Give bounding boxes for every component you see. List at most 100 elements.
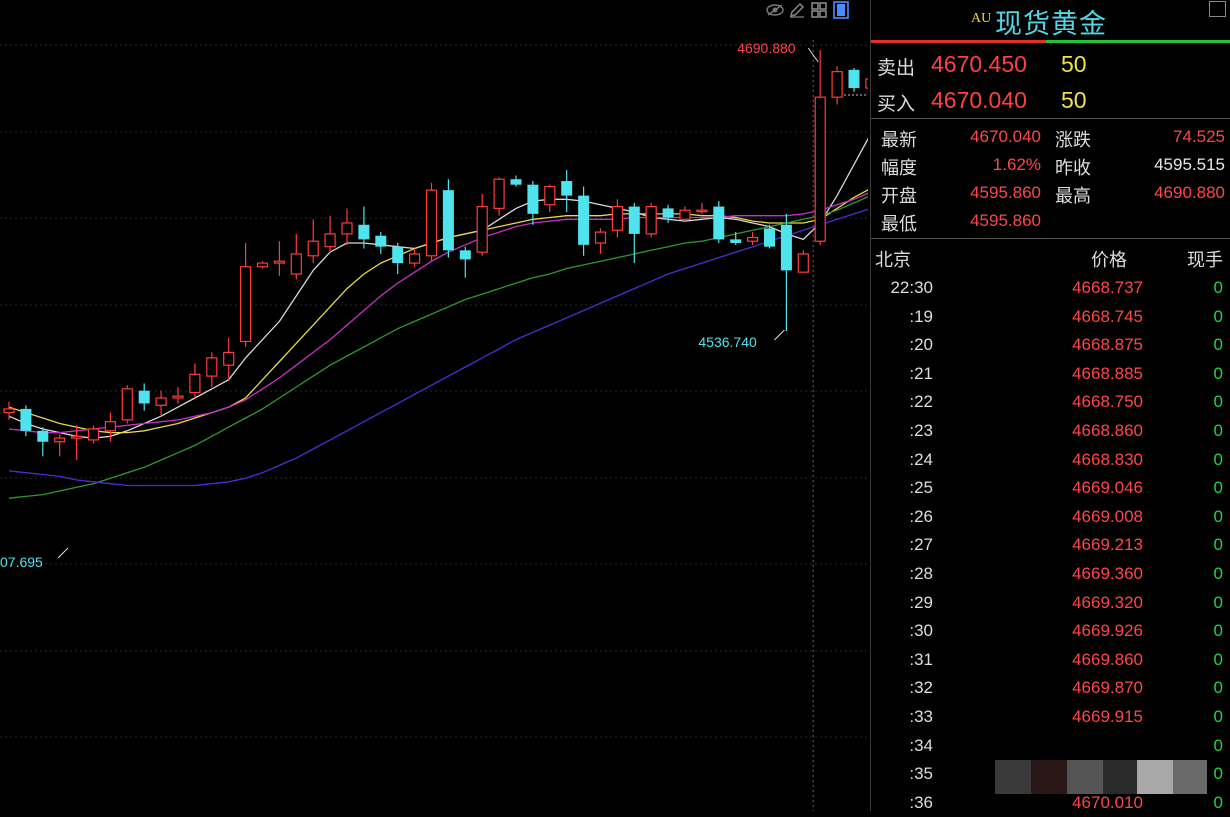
candle-body bbox=[256, 262, 269, 268]
tick-row[interactable]: :26 4669.008 0 bbox=[871, 503, 1230, 531]
candle-body bbox=[87, 428, 100, 441]
latest-label: 最新 bbox=[881, 130, 917, 151]
sell-label: 卖出 bbox=[877, 57, 916, 79]
buy-label: 买入 bbox=[877, 93, 916, 115]
tick-row[interactable]: :22 4668.750 0 bbox=[871, 388, 1230, 416]
tick-row[interactable]: :27 4669.213 0 bbox=[871, 531, 1230, 559]
candle-body bbox=[104, 421, 117, 432]
candle-body bbox=[848, 69, 860, 89]
tick-price: 4668.885 bbox=[1072, 363, 1143, 383]
tick-volume: 0 bbox=[1213, 735, 1223, 755]
candle-body bbox=[121, 388, 133, 421]
candle-body bbox=[476, 205, 488, 253]
candle-body bbox=[358, 224, 370, 240]
tick-row[interactable]: 22:30 4668.737 0 bbox=[871, 274, 1230, 302]
panel-icon[interactable] bbox=[832, 1, 850, 19]
tick-price: 4669.860 bbox=[1072, 649, 1143, 669]
blur-overlay bbox=[1067, 760, 1103, 794]
symbol-prefix: AU bbox=[971, 11, 992, 26]
tick-row[interactable]: :33 4669.915 0 bbox=[871, 703, 1230, 731]
tick-row[interactable]: :32 4669.870 0 bbox=[871, 674, 1230, 702]
candle-body bbox=[409, 253, 421, 264]
candle-body bbox=[730, 239, 742, 244]
candle-body bbox=[341, 222, 353, 235]
candle-body bbox=[223, 351, 235, 366]
candle-body bbox=[240, 266, 252, 343]
candle-body bbox=[814, 96, 826, 242]
tick-price: 4669.360 bbox=[1072, 564, 1143, 583]
candle-body bbox=[290, 253, 302, 275]
candle-body bbox=[206, 357, 218, 377]
tick-row[interactable]: :30 4669.926 0 bbox=[871, 617, 1230, 645]
tick-time: :22 bbox=[909, 392, 933, 412]
candlestick-chart[interactable]: 4690.880 4536.740 07.695 bbox=[0, 0, 868, 811]
low-annotation-arrow bbox=[774, 329, 785, 341]
candle-body bbox=[679, 209, 691, 220]
tick-price: 4669.870 bbox=[1072, 678, 1143, 698]
quote-panel: AU 现货黄金 卖出 4670.450 50 买入 4670.040 50 最新… bbox=[870, 0, 1230, 812]
tick-row[interactable]: :29 4669.320 0 bbox=[871, 589, 1230, 617]
grid-icon[interactable] bbox=[810, 1, 828, 19]
tick-row[interactable]: :31 4669.860 0 bbox=[871, 646, 1230, 674]
candle-body bbox=[797, 253, 809, 273]
candle-body bbox=[155, 397, 167, 406]
high-label: 最高 bbox=[1055, 186, 1091, 207]
tick-row[interactable]: :20 4668.875 0 bbox=[871, 331, 1230, 359]
tick-row[interactable]: :34 0 bbox=[871, 732, 1230, 760]
candle-body bbox=[459, 250, 471, 260]
tick-row[interactable]: :25 4669.046 0 bbox=[871, 474, 1230, 502]
latest-value: 4670.040 bbox=[970, 127, 1041, 146]
sell-row[interactable]: 卖出 4670.450 50 bbox=[877, 49, 1227, 79]
candle-body bbox=[442, 190, 454, 251]
tick-time: :21 bbox=[909, 363, 933, 383]
prev-close-value: 4595.515 bbox=[1154, 155, 1225, 174]
tick-price: 4669.915 bbox=[1072, 707, 1143, 726]
tick-price: 4668.745 bbox=[1072, 306, 1143, 326]
tick-row[interactable]: :19 4668.745 0 bbox=[871, 303, 1230, 331]
title-underline-green bbox=[1046, 40, 1230, 43]
candle-body bbox=[865, 78, 868, 89]
quote-title-bar: AU 现货黄金 bbox=[871, 0, 1230, 40]
candle-body bbox=[746, 236, 759, 242]
blur-overlay bbox=[995, 760, 1031, 794]
tick-price: 4669.046 bbox=[1072, 478, 1143, 498]
tick-volume: 0 bbox=[1213, 592, 1223, 612]
candle-body bbox=[611, 205, 624, 231]
candle-body bbox=[578, 195, 590, 245]
high-annotation: 4690.880 bbox=[737, 40, 796, 56]
left-low-annotation: 07.695 bbox=[0, 554, 43, 570]
candle-body bbox=[273, 260, 285, 264]
tick-volume: 0 bbox=[1213, 649, 1223, 669]
buy-row[interactable]: 买入 4670.040 50 bbox=[877, 85, 1227, 115]
tick-price: 4669.213 bbox=[1072, 535, 1143, 555]
candle-body bbox=[713, 206, 725, 240]
tick-volume: 0 bbox=[1213, 363, 1223, 383]
candle-body bbox=[645, 205, 657, 235]
candle-body bbox=[3, 408, 15, 414]
tick-price: 4668.750 bbox=[1072, 392, 1143, 412]
open-value: 4595.860 bbox=[970, 183, 1041, 202]
candle-body bbox=[375, 235, 387, 247]
tick-volume: 0 bbox=[1213, 392, 1223, 412]
tick-row[interactable]: :23 4668.860 0 bbox=[871, 417, 1230, 445]
pencil-icon[interactable] bbox=[788, 1, 806, 19]
tick-time: :19 bbox=[909, 306, 933, 326]
instrument-name[interactable]: 现货黄金 bbox=[995, 2, 1107, 41]
candle-body bbox=[764, 228, 775, 247]
candlestick-chart-area[interactable]: 4690.880 4536.740 07.695 bbox=[0, 0, 868, 811]
chart-toolbar bbox=[766, 0, 850, 20]
candle-body bbox=[20, 408, 32, 431]
eye-icon[interactable] bbox=[766, 1, 784, 19]
panel-toggle-icon[interactable] bbox=[1209, 1, 1226, 17]
left-low-annotation-arrow bbox=[57, 547, 69, 559]
divider bbox=[871, 118, 1230, 119]
tick-row[interactable]: :24 4668.830 0 bbox=[871, 446, 1230, 474]
tick-price: 4668.737 bbox=[1072, 278, 1143, 297]
tick-row[interactable]: :21 4668.885 0 bbox=[871, 360, 1230, 388]
candle-body bbox=[831, 71, 843, 98]
tick-volume: 0 bbox=[1213, 564, 1223, 583]
tick-time: :35 bbox=[909, 764, 933, 784]
tick-row[interactable]: :28 4669.360 0 bbox=[871, 560, 1230, 588]
tick-time: :27 bbox=[909, 535, 933, 555]
candle-body bbox=[594, 231, 607, 244]
